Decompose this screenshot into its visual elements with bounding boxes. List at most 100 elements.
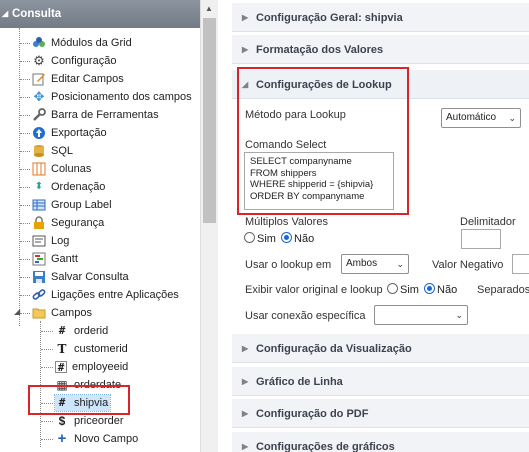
tree-item-group-label[interactable]: Group Label bbox=[32, 197, 112, 213]
plus-icon: + bbox=[57, 430, 67, 448]
metodo-lookup-label: Método para Lookup bbox=[245, 109, 346, 121]
tree-item-exportacao[interactable]: Exportação bbox=[32, 125, 107, 141]
tree-field-shipvia[interactable]: # shipvia bbox=[53, 394, 112, 412]
expand-arrow-icon: ▶ bbox=[242, 442, 249, 451]
section-graficos[interactable]: ▶ Configurações de gráficos bbox=[232, 431, 529, 452]
save-icon bbox=[32, 270, 46, 284]
tree-item-salvar-consulta[interactable]: Salvar Consulta bbox=[32, 269, 129, 285]
export-icon bbox=[32, 126, 46, 140]
section-title: Formatação dos Valores bbox=[256, 44, 384, 56]
tree-item-editar-campos[interactable]: Editar Campos bbox=[32, 71, 124, 87]
collapse-arrow-icon: ◢ bbox=[242, 80, 249, 89]
tree-root-label: Consulta bbox=[12, 8, 62, 20]
tree-item-colunas[interactable]: Colunas bbox=[32, 161, 91, 177]
tree-root-consulta[interactable]: ◢ Consulta bbox=[0, 0, 200, 28]
section-formatacao[interactable]: ▶ Formatação dos Valores bbox=[232, 34, 529, 64]
expand-arrow-icon: ▶ bbox=[242, 377, 249, 386]
move-icon: ✥ bbox=[33, 89, 45, 105]
link-icon bbox=[32, 288, 46, 302]
multiplos-valores-radio: Sim Não bbox=[244, 232, 314, 245]
section-lookup[interactable]: ◢ Configurações de Lookup bbox=[232, 69, 529, 99]
conexao-select[interactable]: ⌄ bbox=[374, 305, 468, 325]
expand-arrow-icon: ▶ bbox=[242, 13, 249, 22]
valor-negativo-input[interactable] bbox=[512, 254, 529, 274]
chevron-down-icon: ⌄ bbox=[455, 310, 463, 320]
edit-icon bbox=[32, 72, 46, 86]
number-field-icon: # bbox=[55, 361, 67, 374]
text-field-icon: T bbox=[57, 342, 67, 357]
wrench-icon bbox=[32, 108, 46, 122]
number-field-icon: # bbox=[58, 396, 66, 410]
section-pdf[interactable]: ▶ Configuração do PDF bbox=[232, 398, 529, 428]
date-field-icon: ▦ bbox=[56, 378, 68, 393]
expand-caret-icon[interactable]: ◢ bbox=[14, 307, 20, 316]
tree-item-ordenacao[interactable]: ⬍ Ordenação bbox=[32, 179, 106, 195]
tree-item-configuracao[interactable]: ⚙ Configuração bbox=[32, 53, 116, 69]
radio-sim[interactable] bbox=[244, 232, 255, 243]
section-grafico-linha[interactable]: ▶ Gráfico de Linha bbox=[232, 366, 529, 396]
chevron-down-icon: ⌄ bbox=[396, 259, 404, 269]
tree-item-modulos-grid[interactable]: Módulos da Grid bbox=[32, 35, 132, 51]
radio-nao[interactable] bbox=[281, 232, 293, 243]
lock-icon bbox=[32, 216, 46, 230]
log-icon bbox=[32, 234, 46, 248]
tree-item-seguranca[interactable]: Segurança bbox=[32, 215, 104, 231]
multiplos-valores-label: Múltiplos Valores bbox=[245, 216, 328, 228]
delimitador-label: Delimitador bbox=[460, 216, 516, 228]
comando-select-textarea[interactable]: SELECT companyname FROM shippers WHERE s… bbox=[244, 152, 394, 210]
tree-item-campos[interactable]: Campos bbox=[32, 305, 92, 321]
radio-nao[interactable] bbox=[424, 283, 436, 294]
section-title: Configuração do PDF bbox=[256, 408, 369, 420]
number-field-icon: # bbox=[58, 324, 66, 338]
conexao-label: Usar conexão específica bbox=[245, 310, 366, 322]
tree-item-gantt[interactable]: Gantt bbox=[32, 251, 78, 267]
tree-item-ligacoes[interactable]: Ligações entre Aplicações bbox=[32, 287, 179, 303]
usar-lookup-label: Usar o lookup em bbox=[245, 259, 332, 271]
metodo-lookup-select[interactable]: Automático ⌄ bbox=[441, 108, 521, 128]
tree-item-posicionamento[interactable]: ✥ Posicionamento dos campos bbox=[32, 89, 192, 105]
folder-icon bbox=[32, 306, 46, 320]
delimitador-input[interactable] bbox=[461, 229, 501, 249]
tree-field-priceorder[interactable]: $ priceorder bbox=[55, 413, 124, 429]
separados-label: Separados bbox=[477, 284, 529, 296]
tree-item-sql[interactable]: SQL bbox=[32, 143, 73, 159]
tree-field-customerid[interactable]: Tcustomerid bbox=[55, 341, 128, 357]
tree-field-orderid[interactable]: # orderid bbox=[55, 323, 109, 339]
database-icon bbox=[32, 144, 46, 158]
project-tree-panel: ◢ Consulta Módulos da Grid ⚙ Configuração… bbox=[0, 0, 218, 452]
table-icon bbox=[32, 198, 46, 212]
exibir-valor-radio: Sim Não bbox=[387, 283, 457, 296]
scroll-up-icon[interactable]: ▲ bbox=[205, 4, 213, 13]
usar-lookup-select[interactable]: Ambos ⌄ bbox=[341, 254, 409, 274]
scroll-thumb[interactable] bbox=[203, 18, 216, 223]
section-title: Configuração Geral: shipvia bbox=[256, 12, 403, 24]
tree-field-employeeid[interactable]: # employeeid bbox=[55, 359, 128, 375]
tree-field-orderdate[interactable]: ▦ orderdate bbox=[55, 377, 121, 393]
tree-body: Módulos da Grid ⚙ Configuração Editar Cam… bbox=[0, 28, 200, 452]
expand-arrow-icon: ▶ bbox=[242, 409, 249, 418]
columns-icon bbox=[32, 162, 46, 176]
exibir-valor-label: Exibir valor original e lookup bbox=[245, 284, 383, 296]
comando-select-label: Comando Select bbox=[245, 139, 327, 151]
gear-icon: ⚙ bbox=[33, 53, 45, 69]
gantt-icon bbox=[32, 252, 46, 266]
currency-field-icon: $ bbox=[58, 414, 66, 429]
collapse-caret-icon[interactable]: ◢ bbox=[2, 0, 8, 28]
tree-field-novo-campo[interactable]: + Novo Campo bbox=[55, 430, 139, 448]
section-title: Configurações de Lookup bbox=[256, 79, 392, 91]
tree-connector bbox=[40, 321, 41, 447]
section-title: Gráfico de Linha bbox=[256, 376, 343, 388]
section-visualizacao[interactable]: ▶ Configuração da Visualização bbox=[232, 333, 529, 363]
section-configuracao-geral[interactable]: ▶ Configuração Geral: shipvia bbox=[232, 2, 529, 32]
tree-scrollbar[interactable]: ▲ bbox=[200, 0, 218, 452]
section-title: Configurações de gráficos bbox=[256, 441, 395, 452]
properties-panel: ▶ Configuração Geral: shipvia ▶ Formataç… bbox=[232, 0, 529, 452]
valor-negativo-label: Valor Negativo bbox=[432, 259, 504, 271]
radio-sim[interactable] bbox=[387, 283, 398, 294]
tree-item-log[interactable]: Log bbox=[32, 233, 69, 249]
sort-icon: ⬍ bbox=[34, 181, 44, 193]
expand-arrow-icon: ▶ bbox=[242, 45, 249, 54]
section-title: Configuração da Visualização bbox=[256, 343, 412, 355]
puzzle-icon bbox=[32, 36, 46, 50]
tree-item-barra-ferramentas[interactable]: Barra de Ferramentas bbox=[32, 107, 159, 123]
